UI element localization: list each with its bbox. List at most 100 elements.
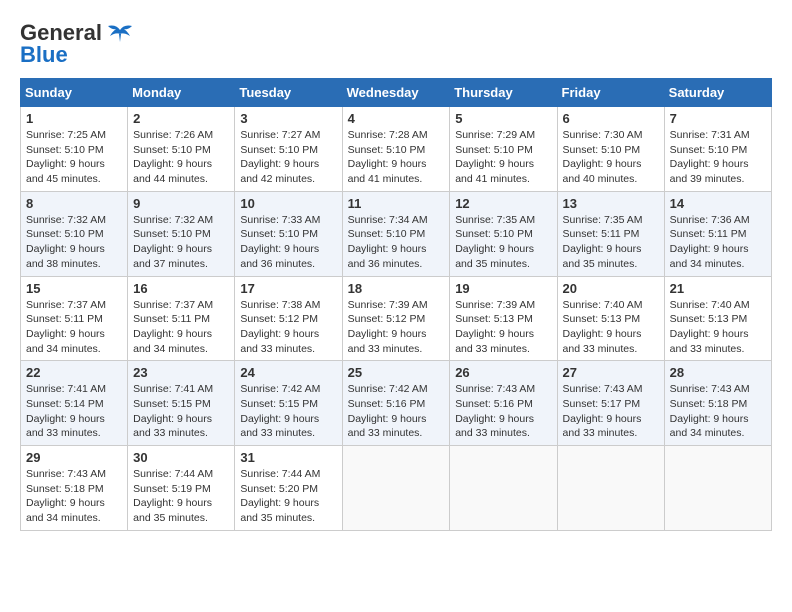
day-detail: Sunrise: 7:30 AM Sunset: 5:10 PM Dayligh… (563, 128, 659, 187)
day-number: 1 (26, 111, 122, 126)
calendar-day-cell: 11 Sunrise: 7:34 AM Sunset: 5:10 PM Dayl… (342, 191, 450, 276)
calendar-day-cell: 1 Sunrise: 7:25 AM Sunset: 5:10 PM Dayli… (21, 107, 128, 192)
day-detail: Sunrise: 7:27 AM Sunset: 5:10 PM Dayligh… (240, 128, 336, 187)
day-number: 28 (670, 365, 766, 380)
calendar-day-cell: 13 Sunrise: 7:35 AM Sunset: 5:11 PM Dayl… (557, 191, 664, 276)
day-detail: Sunrise: 7:31 AM Sunset: 5:10 PM Dayligh… (670, 128, 766, 187)
calendar-day-cell: 14 Sunrise: 7:36 AM Sunset: 5:11 PM Dayl… (664, 191, 771, 276)
day-detail: Sunrise: 7:40 AM Sunset: 5:13 PM Dayligh… (670, 298, 766, 357)
day-detail: Sunrise: 7:32 AM Sunset: 5:10 PM Dayligh… (133, 213, 229, 272)
day-detail: Sunrise: 7:43 AM Sunset: 5:18 PM Dayligh… (26, 467, 122, 526)
calendar-day-cell: 4 Sunrise: 7:28 AM Sunset: 5:10 PM Dayli… (342, 107, 450, 192)
calendar-day-cell: 23 Sunrise: 7:41 AM Sunset: 5:15 PM Dayl… (128, 361, 235, 446)
calendar-week-row: 22 Sunrise: 7:41 AM Sunset: 5:14 PM Dayl… (21, 361, 772, 446)
calendar-week-row: 8 Sunrise: 7:32 AM Sunset: 5:10 PM Dayli… (21, 191, 772, 276)
calendar-day-cell: 6 Sunrise: 7:30 AM Sunset: 5:10 PM Dayli… (557, 107, 664, 192)
day-number: 2 (133, 111, 229, 126)
day-number: 7 (670, 111, 766, 126)
calendar-day-cell: 20 Sunrise: 7:40 AM Sunset: 5:13 PM Dayl… (557, 276, 664, 361)
calendar-day-cell: 24 Sunrise: 7:42 AM Sunset: 5:15 PM Dayl… (235, 361, 342, 446)
calendar-day-cell: 25 Sunrise: 7:42 AM Sunset: 5:16 PM Dayl… (342, 361, 450, 446)
day-number: 6 (563, 111, 659, 126)
day-number: 20 (563, 281, 659, 296)
logo-blue: Blue (20, 42, 68, 68)
calendar-day-cell: 26 Sunrise: 7:43 AM Sunset: 5:16 PM Dayl… (450, 361, 557, 446)
calendar-day-cell: 2 Sunrise: 7:26 AM Sunset: 5:10 PM Dayli… (128, 107, 235, 192)
calendar-day-cell (450, 446, 557, 531)
day-number: 17 (240, 281, 336, 296)
calendar-day-cell: 15 Sunrise: 7:37 AM Sunset: 5:11 PM Dayl… (21, 276, 128, 361)
day-detail: Sunrise: 7:36 AM Sunset: 5:11 PM Dayligh… (670, 213, 766, 272)
calendar-day-cell: 27 Sunrise: 7:43 AM Sunset: 5:17 PM Dayl… (557, 361, 664, 446)
page-header: General Blue (20, 20, 772, 68)
calendar-day-cell: 9 Sunrise: 7:32 AM Sunset: 5:10 PM Dayli… (128, 191, 235, 276)
day-number: 23 (133, 365, 229, 380)
calendar-week-row: 1 Sunrise: 7:25 AM Sunset: 5:10 PM Dayli… (21, 107, 772, 192)
day-number: 27 (563, 365, 659, 380)
day-number: 10 (240, 196, 336, 211)
day-number: 29 (26, 450, 122, 465)
day-detail: Sunrise: 7:33 AM Sunset: 5:10 PM Dayligh… (240, 213, 336, 272)
column-header-wednesday: Wednesday (342, 79, 450, 107)
day-detail: Sunrise: 7:38 AM Sunset: 5:12 PM Dayligh… (240, 298, 336, 357)
day-number: 25 (348, 365, 445, 380)
calendar-header-row: SundayMondayTuesdayWednesdayThursdayFrid… (21, 79, 772, 107)
day-detail: Sunrise: 7:37 AM Sunset: 5:11 PM Dayligh… (26, 298, 122, 357)
day-detail: Sunrise: 7:40 AM Sunset: 5:13 PM Dayligh… (563, 298, 659, 357)
calendar-day-cell: 28 Sunrise: 7:43 AM Sunset: 5:18 PM Dayl… (664, 361, 771, 446)
calendar-day-cell (557, 446, 664, 531)
column-header-sunday: Sunday (21, 79, 128, 107)
day-number: 22 (26, 365, 122, 380)
day-detail: Sunrise: 7:43 AM Sunset: 5:18 PM Dayligh… (670, 382, 766, 441)
calendar-day-cell: 30 Sunrise: 7:44 AM Sunset: 5:19 PM Dayl… (128, 446, 235, 531)
column-header-thursday: Thursday (450, 79, 557, 107)
day-detail: Sunrise: 7:35 AM Sunset: 5:10 PM Dayligh… (455, 213, 551, 272)
day-number: 16 (133, 281, 229, 296)
day-detail: Sunrise: 7:42 AM Sunset: 5:15 PM Dayligh… (240, 382, 336, 441)
day-number: 30 (133, 450, 229, 465)
day-number: 15 (26, 281, 122, 296)
day-number: 18 (348, 281, 445, 296)
day-detail: Sunrise: 7:25 AM Sunset: 5:10 PM Dayligh… (26, 128, 122, 187)
column-header-monday: Monday (128, 79, 235, 107)
calendar-day-cell: 5 Sunrise: 7:29 AM Sunset: 5:10 PM Dayli… (450, 107, 557, 192)
calendar-day-cell (664, 446, 771, 531)
day-number: 24 (240, 365, 336, 380)
day-detail: Sunrise: 7:37 AM Sunset: 5:11 PM Dayligh… (133, 298, 229, 357)
calendar-week-row: 15 Sunrise: 7:37 AM Sunset: 5:11 PM Dayl… (21, 276, 772, 361)
day-detail: Sunrise: 7:44 AM Sunset: 5:19 PM Dayligh… (133, 467, 229, 526)
day-detail: Sunrise: 7:39 AM Sunset: 5:13 PM Dayligh… (455, 298, 551, 357)
day-number: 3 (240, 111, 336, 126)
calendar-day-cell: 29 Sunrise: 7:43 AM Sunset: 5:18 PM Dayl… (21, 446, 128, 531)
day-detail: Sunrise: 7:34 AM Sunset: 5:10 PM Dayligh… (348, 213, 445, 272)
calendar-week-row: 29 Sunrise: 7:43 AM Sunset: 5:18 PM Dayl… (21, 446, 772, 531)
day-detail: Sunrise: 7:43 AM Sunset: 5:17 PM Dayligh… (563, 382, 659, 441)
day-number: 5 (455, 111, 551, 126)
day-detail: Sunrise: 7:41 AM Sunset: 5:15 PM Dayligh… (133, 382, 229, 441)
day-detail: Sunrise: 7:35 AM Sunset: 5:11 PM Dayligh… (563, 213, 659, 272)
calendar-day-cell: 18 Sunrise: 7:39 AM Sunset: 5:12 PM Dayl… (342, 276, 450, 361)
day-number: 14 (670, 196, 766, 211)
calendar-day-cell: 10 Sunrise: 7:33 AM Sunset: 5:10 PM Dayl… (235, 191, 342, 276)
day-detail: Sunrise: 7:41 AM Sunset: 5:14 PM Dayligh… (26, 382, 122, 441)
column-header-tuesday: Tuesday (235, 79, 342, 107)
day-detail: Sunrise: 7:28 AM Sunset: 5:10 PM Dayligh… (348, 128, 445, 187)
calendar-table: SundayMondayTuesdayWednesdayThursdayFrid… (20, 78, 772, 531)
calendar-day-cell: 3 Sunrise: 7:27 AM Sunset: 5:10 PM Dayli… (235, 107, 342, 192)
calendar-day-cell: 8 Sunrise: 7:32 AM Sunset: 5:10 PM Dayli… (21, 191, 128, 276)
column-header-saturday: Saturday (664, 79, 771, 107)
day-detail: Sunrise: 7:39 AM Sunset: 5:12 PM Dayligh… (348, 298, 445, 357)
day-number: 8 (26, 196, 122, 211)
calendar-day-cell (342, 446, 450, 531)
calendar-day-cell: 31 Sunrise: 7:44 AM Sunset: 5:20 PM Dayl… (235, 446, 342, 531)
calendar-day-cell: 17 Sunrise: 7:38 AM Sunset: 5:12 PM Dayl… (235, 276, 342, 361)
day-number: 21 (670, 281, 766, 296)
calendar-day-cell: 7 Sunrise: 7:31 AM Sunset: 5:10 PM Dayli… (664, 107, 771, 192)
logo: General Blue (20, 20, 134, 68)
day-number: 9 (133, 196, 229, 211)
logo-bird-icon (106, 22, 134, 44)
day-number: 19 (455, 281, 551, 296)
day-detail: Sunrise: 7:26 AM Sunset: 5:10 PM Dayligh… (133, 128, 229, 187)
day-detail: Sunrise: 7:29 AM Sunset: 5:10 PM Dayligh… (455, 128, 551, 187)
calendar-day-cell: 22 Sunrise: 7:41 AM Sunset: 5:14 PM Dayl… (21, 361, 128, 446)
